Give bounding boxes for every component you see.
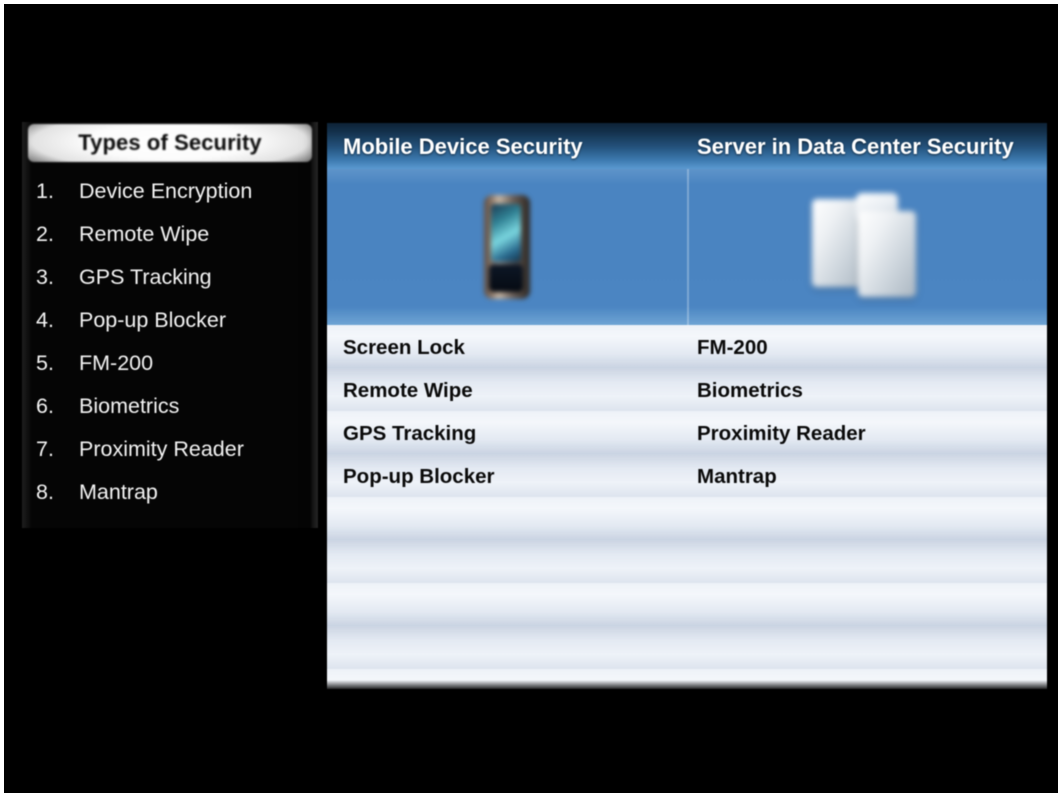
list-item-number: 3. (36, 265, 54, 289)
list-item-number: 1. (36, 179, 54, 203)
list-item: 6. Biometrics (22, 385, 318, 428)
list-item: 3. GPS Tracking (22, 256, 318, 299)
list-item: 5. FM-200 (22, 342, 318, 385)
presentation-slide: Types of Security 1. Device Encryption 2… (0, 0, 1062, 797)
table-cell-mobile: GPS Tracking (343, 422, 477, 445)
table-bottom-shadow (327, 680, 1047, 689)
table-cell-server: Proximity Reader (697, 422, 866, 445)
security-comparison-table: Mobile Device Security Server in Data Ce… (326, 122, 1048, 690)
security-types-list: 1. Device Encryption 2. Remote Wipe 3. G… (22, 170, 318, 514)
table-row (327, 626, 1047, 669)
table-cell-server: FM-200 (697, 336, 768, 359)
mobile-phone-icon (484, 195, 530, 299)
table-cell-mobile: Screen Lock (343, 336, 465, 359)
table-cell-mobile: Remote Wipe (343, 379, 473, 402)
panel-title-text: Types of Security (78, 130, 262, 155)
table-row: Remote Wipe Biometrics (327, 368, 1047, 411)
table-row (327, 540, 1047, 583)
mobile-device-image-cell (327, 169, 687, 325)
list-item-number: 2. (36, 222, 54, 246)
table-data-rows: Screen Lock FM-200 Remote Wipe Biometric… (327, 325, 1047, 689)
table-image-row (327, 169, 1047, 325)
list-item-number: 7. (36, 437, 54, 461)
table-row: Screen Lock FM-200 (327, 325, 1047, 368)
server-rack-front (858, 211, 916, 297)
table-header-mobile-device-security: Mobile Device Security (343, 134, 583, 159)
list-item-label: Device Encryption (79, 179, 253, 203)
list-item-label: Biometrics (79, 394, 180, 418)
list-item-label: FM-200 (79, 351, 154, 375)
list-item-number: 4. (36, 308, 54, 332)
table-row: Pop-up Blocker Mantrap (327, 454, 1047, 497)
list-item: 8. Mantrap (22, 471, 318, 514)
table-row (327, 497, 1047, 540)
phone-keypad (489, 264, 523, 292)
server-rack-icon (810, 191, 928, 303)
table-row (327, 583, 1047, 626)
list-item: 1. Device Encryption (22, 170, 318, 213)
types-of-security-panel: Types of Security 1. Device Encryption 2… (22, 122, 318, 528)
table-body-wrapper: Mobile Device Security Server in Data Ce… (327, 123, 1047, 689)
list-item-number: 8. (36, 480, 54, 504)
table-header-server-data-center-security: Server in Data Center Security (697, 134, 1014, 159)
list-item-label: Mantrap (79, 480, 158, 504)
list-item: 7. Proximity Reader (22, 428, 318, 471)
list-item-label: GPS Tracking (79, 265, 212, 289)
list-item-number: 5. (36, 351, 54, 375)
list-item-number: 6. (36, 394, 54, 418)
panel-title: Types of Security (28, 124, 312, 162)
slide-background: Types of Security 1. Device Encryption 2… (4, 4, 1058, 793)
table-cell-server: Mantrap (697, 465, 777, 488)
list-item-label: Proximity Reader (79, 437, 244, 461)
phone-screen (491, 204, 521, 262)
server-image-cell (689, 169, 1047, 325)
list-item: 2. Remote Wipe (22, 213, 318, 256)
table-cell-mobile: Pop-up Blocker (343, 465, 495, 488)
table-header-row: Mobile Device Security Server in Data Ce… (327, 123, 1047, 169)
table-cell-server: Biometrics (697, 379, 803, 402)
list-item-label: Pop-up Blocker (79, 308, 226, 332)
list-item-label: Remote Wipe (79, 222, 210, 246)
table-row: GPS Tracking Proximity Reader (327, 411, 1047, 454)
list-item: 4. Pop-up Blocker (22, 299, 318, 342)
